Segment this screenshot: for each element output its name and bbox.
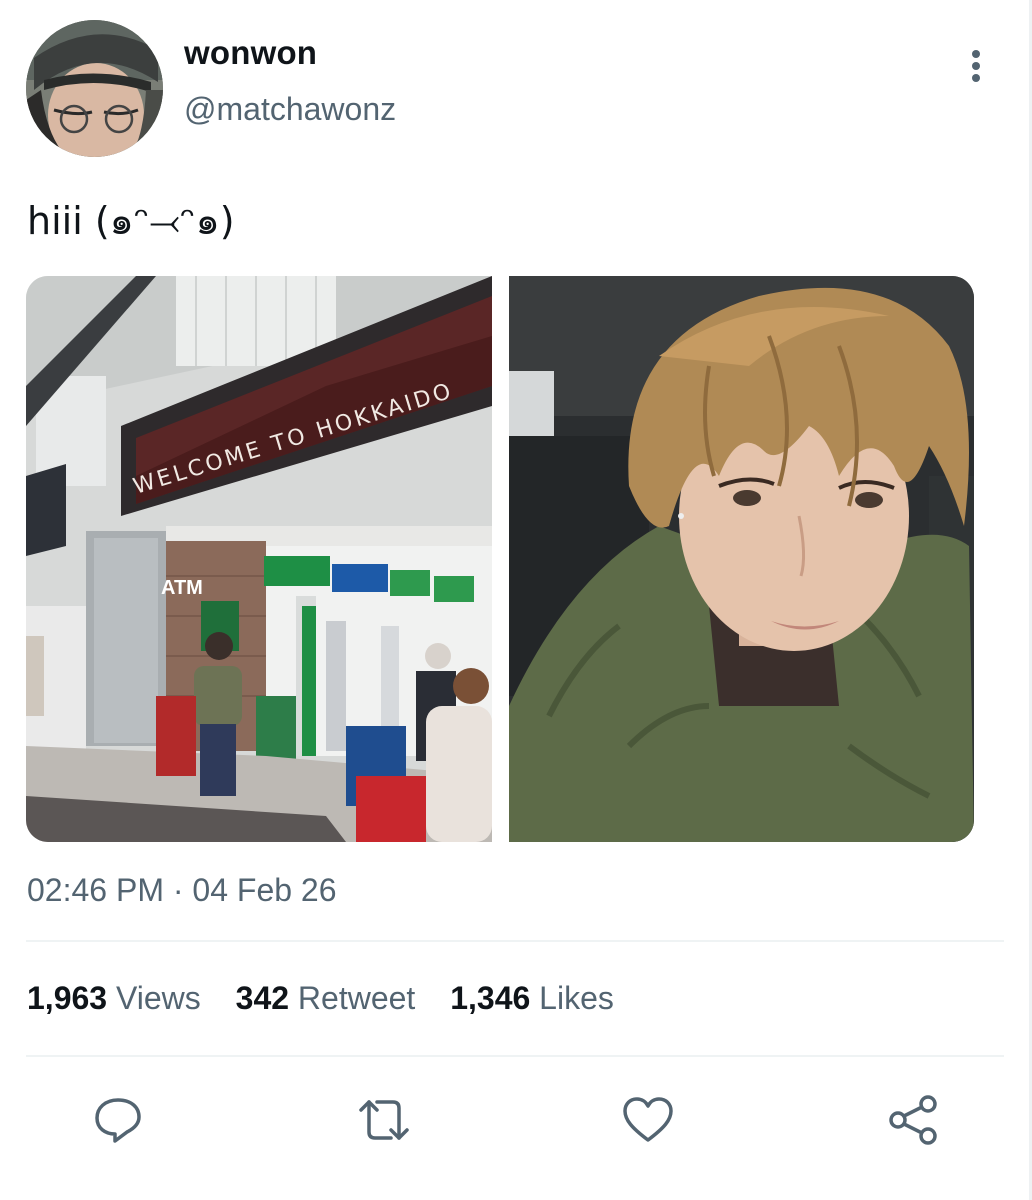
user-handle[interactable]: @matchawonz [184,91,396,128]
retweets-stat[interactable]: 342 Retweet [236,980,416,1017]
likes-stat[interactable]: 1,346 Likes [450,980,614,1017]
divider-bottom [26,1055,1004,1057]
selfie-photo [509,276,974,842]
heart-icon [623,1097,673,1142]
avatar-photo [26,20,163,157]
likes-count: 1,346 [450,980,531,1016]
action-bar [0,1088,1032,1152]
reply-icon [95,1098,141,1143]
retweet-icon [359,1100,409,1140]
atm-sign-text: ATM [161,577,203,599]
media-image-1[interactable]: WELCOME TO HOKKAIDO ATM [26,276,492,842]
retweet-button[interactable] [352,1088,416,1152]
views-label: Views [115,980,201,1016]
reply-button[interactable] [86,1088,150,1152]
divider-top [26,940,1004,942]
avatar[interactable] [26,20,163,157]
more-vertical-icon [972,50,980,82]
like-button[interactable] [616,1088,680,1152]
share-button[interactable] [882,1088,946,1152]
likes-label: Likes [539,980,614,1016]
share-icon [889,1095,937,1145]
engagement-stats: 1,963 Views 342 Retweet 1,346 Likes [27,980,640,1017]
media-image-2[interactable] [509,276,974,842]
more-options-button[interactable] [956,44,996,88]
views-count: 1,963 [27,980,108,1016]
tweet-timestamp[interactable]: 02:46 PM · 04 Feb 26 [27,872,337,909]
tweet-text: hiii (๑ᵔ⤙ᵔ๑) [27,199,235,243]
airport-atm-photo: WELCOME TO HOKKAIDO ATM [26,276,492,842]
retweets-label: Retweet [297,980,416,1016]
display-name[interactable]: wonwon [184,34,317,72]
retweets-count: 342 [235,980,290,1016]
views-stat[interactable]: 1,963 Views [27,980,201,1017]
